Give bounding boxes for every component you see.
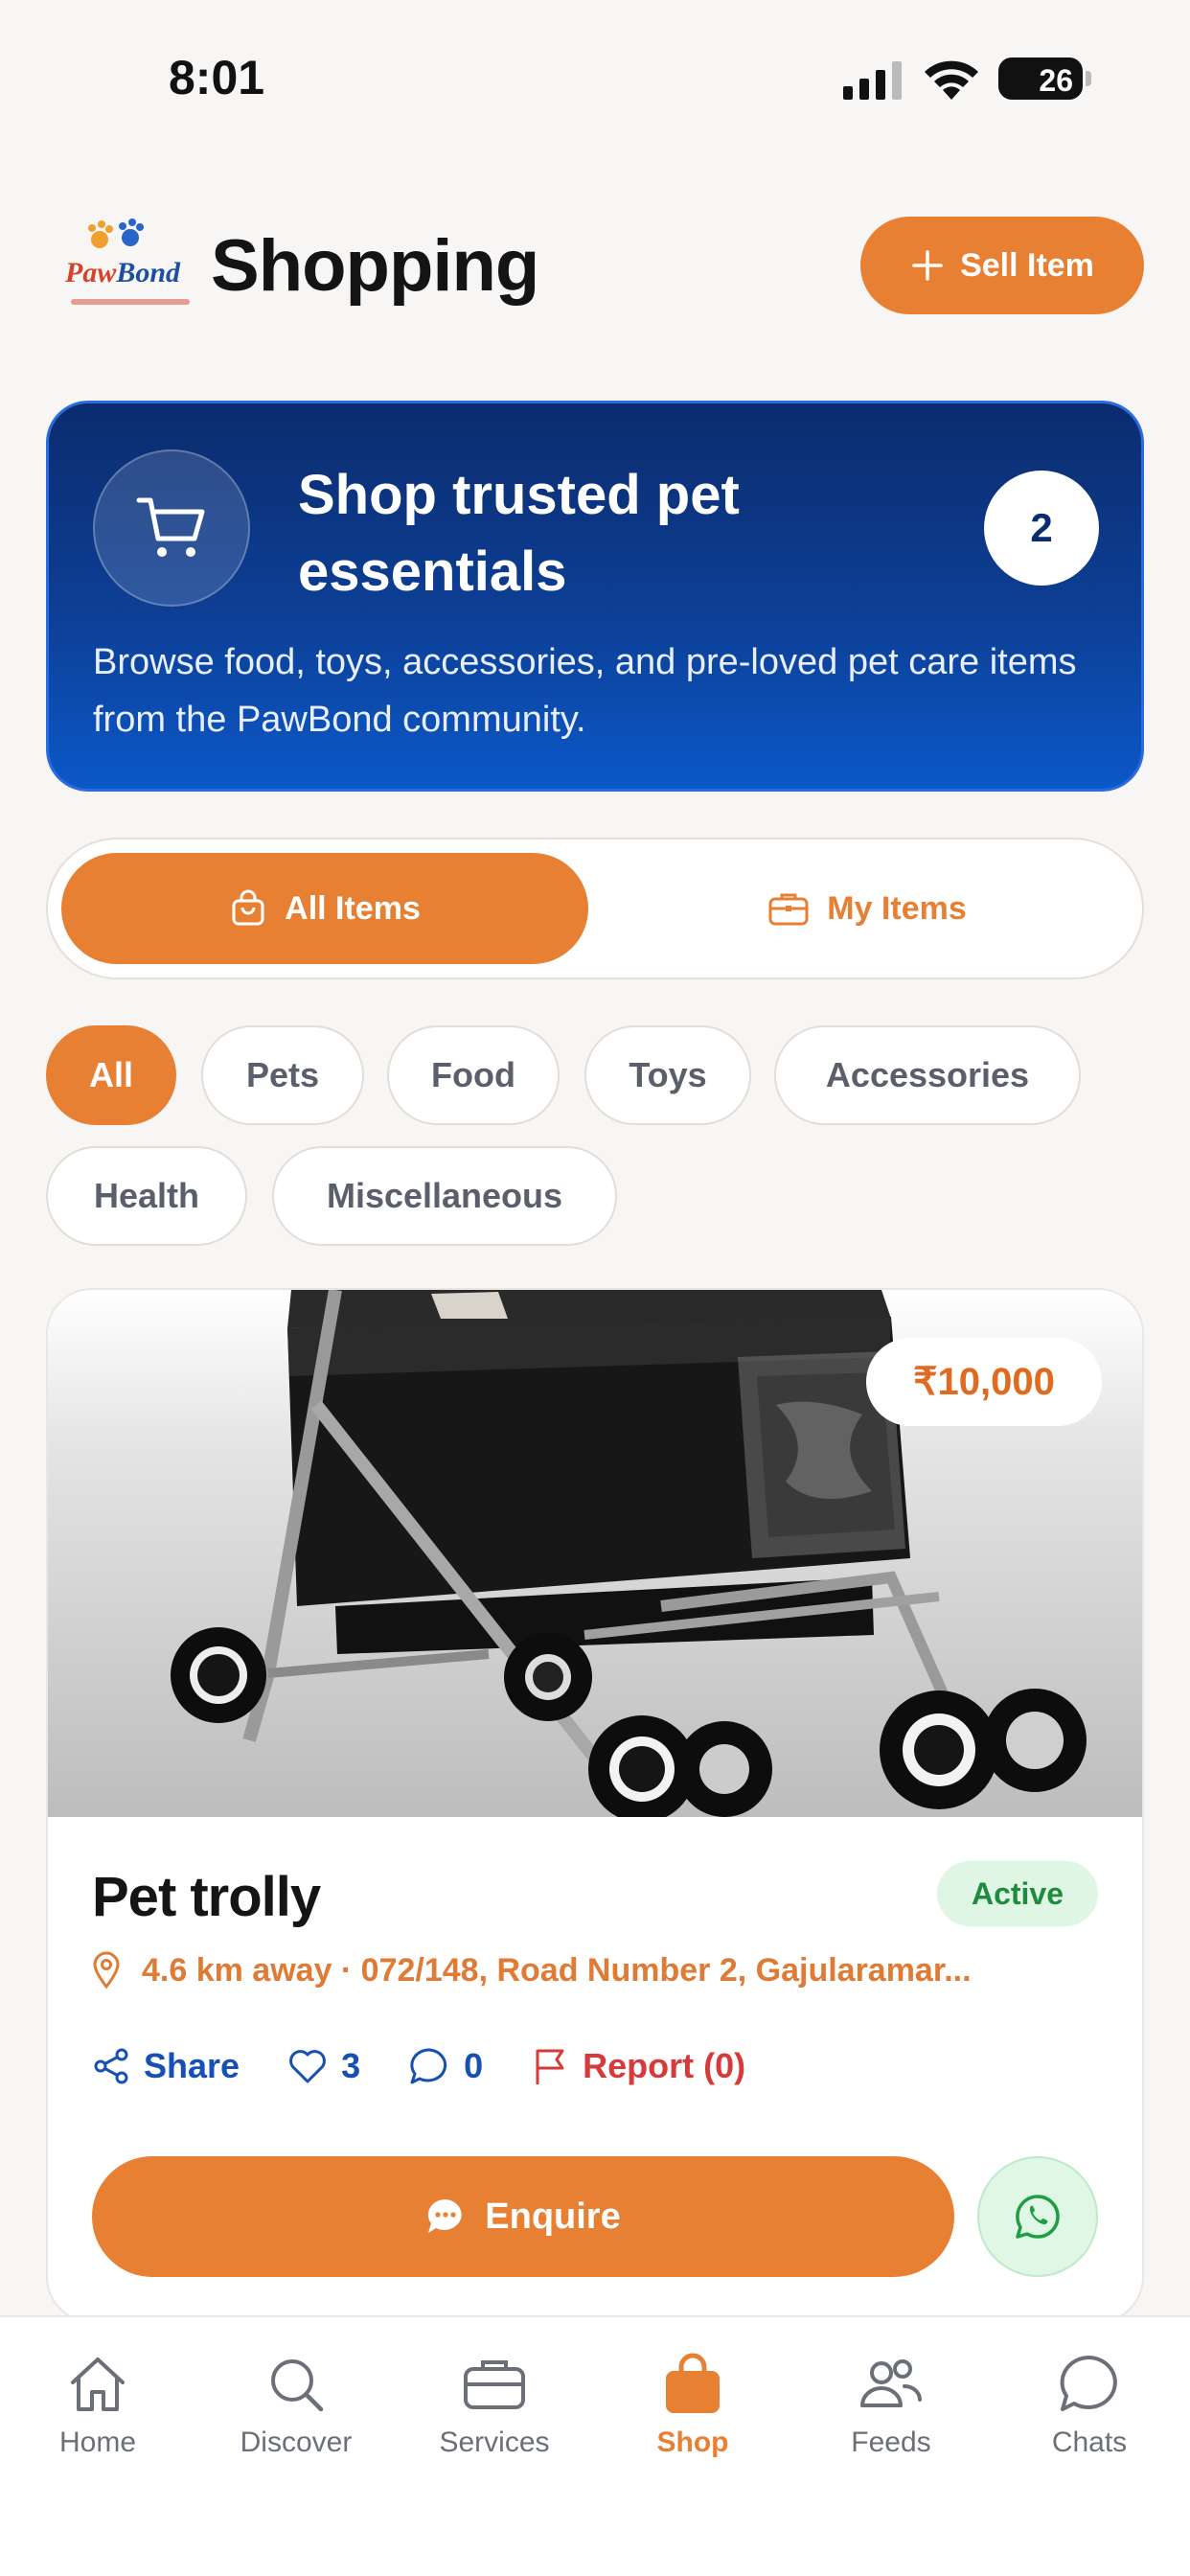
report-button[interactable]: Report (0) xyxy=(531,2046,745,2086)
tab-feeds-label: Feeds xyxy=(851,2426,931,2458)
page-header: PawBond Shopping Sell Item xyxy=(54,211,1144,316)
price-tag: ₹10,000 xyxy=(866,1338,1102,1426)
home-icon xyxy=(71,2358,125,2411)
product-title[interactable]: Pet trolly xyxy=(92,1865,321,1929)
whatsapp-icon xyxy=(1016,2195,1060,2239)
tab-home[interactable]: Home xyxy=(21,2350,174,2484)
like-count: 3 xyxy=(341,2046,361,2085)
items-segmented-control: All Items My Items xyxy=(46,838,1144,979)
chip-food[interactable]: Food xyxy=(387,1025,560,1125)
plus-icon xyxy=(912,250,943,281)
logo-wordmark: PawBond xyxy=(65,257,181,288)
briefcase-icon xyxy=(464,2360,525,2409)
banner-description: Browse food, toys, accessories, and pre-… xyxy=(93,642,1077,740)
tab-shop-label: Shop xyxy=(656,2426,729,2458)
status-time: 8:01 xyxy=(169,51,265,104)
report-label: Report (0) xyxy=(583,2046,746,2085)
like-button[interactable]: 3 xyxy=(287,2046,360,2086)
comment-count: 0 xyxy=(464,2046,484,2085)
location-pin-icon xyxy=(93,1951,120,1990)
tab-chats[interactable]: Chats xyxy=(1013,2350,1166,2484)
briefcase-icon xyxy=(768,893,809,926)
tab-chats-label: Chats xyxy=(1051,2426,1128,2458)
heart-icon xyxy=(289,2050,326,2083)
bottom-tab-bar: Home Discover Services Shop Feeds Chats xyxy=(0,2315,1190,2576)
battery-icon: 26 xyxy=(998,58,1083,100)
comment-button[interactable]: 0 xyxy=(408,2046,483,2086)
sell-item-button[interactable]: Sell Item xyxy=(860,217,1144,314)
cart-icon-circle xyxy=(93,449,250,607)
sell-item-label: Sell Item xyxy=(960,246,1094,284)
tab-feeds[interactable]: Feeds xyxy=(814,2350,968,2484)
chip-toys[interactable]: Toys xyxy=(584,1025,751,1125)
cellular-signal-icon xyxy=(843,61,902,100)
battery-level: 26 xyxy=(1039,63,1073,98)
chip-accessories[interactable]: Accessories xyxy=(774,1025,1081,1125)
chip-miscellaneous[interactable]: Miscellaneous xyxy=(272,1146,617,1246)
tab-my-items[interactable]: My Items xyxy=(604,853,1131,964)
tab-discover-label: Discover xyxy=(240,2426,353,2458)
banner-title: Shop trusted pet essentials xyxy=(298,464,740,603)
search-icon xyxy=(271,2359,324,2412)
enquire-label: Enquire xyxy=(485,2196,621,2237)
shopping-bag-icon xyxy=(232,889,264,926)
shopping-bag-icon xyxy=(666,2353,720,2413)
paw-icon xyxy=(88,218,144,248)
tab-services-label: Services xyxy=(439,2426,550,2458)
tab-all-items-label: All Items xyxy=(285,889,421,927)
wifi-icon xyxy=(925,60,978,100)
people-icon xyxy=(860,2359,922,2407)
product-image[interactable]: ₹10,000 xyxy=(48,1290,1142,1817)
product-location: 4.6 km away · 072/148, Road Number 2, Ga… xyxy=(92,1951,1108,1990)
product-card[interactable]: ₹10,000 Pet trolly Active 4.6 km away · … xyxy=(46,1288,1144,2323)
cart-icon xyxy=(136,497,205,557)
tab-my-items-label: My Items xyxy=(827,889,967,927)
promo-banner: Shop trusted pet essentials 2 Browse foo… xyxy=(46,401,1144,792)
product-actions: Share 3 0 Report (0) xyxy=(92,2037,793,2095)
chip-all[interactable]: All xyxy=(46,1025,176,1125)
logo-underline xyxy=(71,299,190,305)
chat-bubble-icon xyxy=(428,2198,462,2233)
share-button[interactable]: Share xyxy=(92,2046,240,2086)
share-label: Share xyxy=(144,2046,240,2085)
comment-icon xyxy=(410,2048,447,2084)
whatsapp-button[interactable] xyxy=(977,2156,1098,2277)
chip-health[interactable]: Health xyxy=(46,1146,247,1246)
tab-shop[interactable]: Shop xyxy=(616,2350,769,2484)
tab-home-label: Home xyxy=(58,2426,137,2458)
flag-icon xyxy=(536,2049,564,2084)
pawbond-logo: PawBond xyxy=(57,218,190,314)
status-badge: Active xyxy=(937,1861,1098,1926)
page-title: Shopping xyxy=(211,225,539,307)
status-bar: 8:01 26 xyxy=(0,0,1190,163)
tab-all-items[interactable]: All Items xyxy=(61,853,588,964)
chip-pets[interactable]: Pets xyxy=(201,1025,364,1125)
location-text: 4.6 km away · 072/148, Road Number 2, Ga… xyxy=(142,1951,972,1989)
item-count-badge: 2 xyxy=(984,471,1099,586)
tab-discover[interactable]: Discover xyxy=(219,2350,373,2484)
battery-cap xyxy=(1086,71,1091,86)
share-icon xyxy=(94,2048,128,2084)
tab-services[interactable]: Services xyxy=(418,2350,571,2484)
enquire-button[interactable]: Enquire xyxy=(92,2156,954,2277)
chat-icon xyxy=(1060,2355,1117,2411)
